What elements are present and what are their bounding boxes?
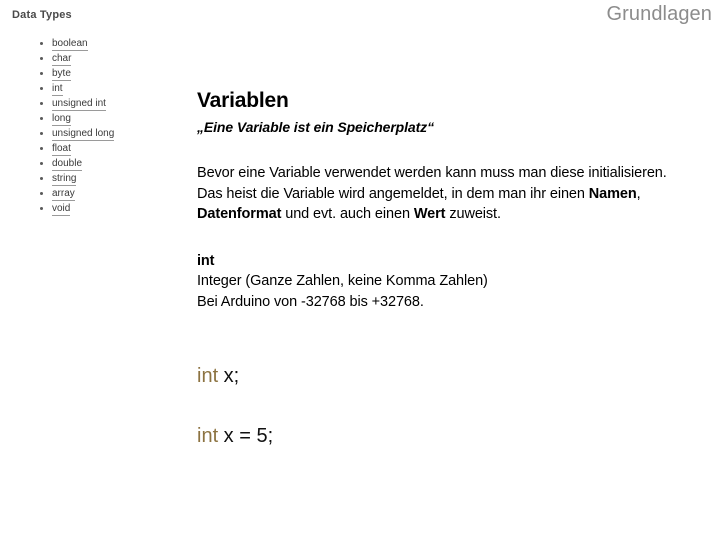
datatype-label[interactable]: float (52, 142, 71, 156)
bullet-icon (40, 147, 43, 150)
datatype-label[interactable]: long (52, 112, 71, 126)
list-item[interactable]: string (10, 171, 185, 186)
list-item[interactable]: double (10, 156, 185, 171)
type-description-line-1: Integer (Ganze Zahlen, keine Komma Zahle… (197, 273, 488, 289)
code-keyword-int: int (197, 365, 219, 387)
main-content: Variablen „Eine Variable ist ein Speiche… (197, 88, 667, 312)
bullet-icon (40, 102, 43, 105)
datatype-label[interactable]: char (52, 52, 72, 66)
paragraph-emphasis-wert: Wert (413, 206, 446, 222)
bullet-icon (40, 117, 43, 120)
bullet-icon (40, 177, 43, 180)
intro-paragraph: Bevor eine Variable verwendet werden kan… (197, 163, 667, 225)
code-example-declaration: int x; (197, 364, 239, 388)
bullet-icon (40, 207, 43, 210)
code-example-assignment: int x = 5; (197, 424, 273, 448)
page-subtitle: „Eine Variable ist ein Speicherplatz“ (197, 119, 434, 135)
type-name-label: int (197, 252, 215, 269)
datatypes-panel: Data Types boolean char byte int unsigne… (10, 8, 185, 216)
list-item[interactable]: void (10, 201, 185, 216)
datatype-label[interactable]: unsigned long (52, 127, 115, 141)
datatype-label[interactable]: double (52, 157, 83, 171)
datatype-label[interactable]: string (52, 172, 77, 186)
slide-section-title: Grundlagen (606, 3, 712, 25)
datatypes-panel-title: Data Types (12, 9, 72, 21)
list-item[interactable]: array (10, 186, 185, 201)
paragraph-text-part: und evt. auch einen (281, 206, 414, 222)
paragraph-text-part: zuweist. (445, 206, 501, 222)
bullet-icon (40, 72, 43, 75)
bullet-icon (40, 162, 43, 165)
list-item[interactable]: char (10, 51, 185, 66)
type-description-line-2: Bei Arduino von -32768 bis +32768. (197, 293, 424, 310)
code-expression: x; (218, 365, 240, 387)
datatype-label[interactable]: void (52, 202, 71, 216)
bullet-icon (40, 57, 43, 60)
bullet-icon (40, 192, 43, 195)
datatypes-list: boolean char byte int unsigned int long … (10, 36, 185, 216)
list-item[interactable]: unsigned int (10, 96, 185, 111)
list-item[interactable]: boolean (10, 36, 185, 51)
bullet-icon (40, 132, 43, 135)
list-item[interactable]: unsigned long (10, 126, 185, 141)
list-item[interactable]: float (10, 141, 185, 156)
datatype-label[interactable]: array (52, 187, 75, 201)
int-type-block: int Integer (Ganze Zahlen, keine Komma Z… (197, 251, 667, 313)
datatype-label[interactable]: boolean (52, 37, 88, 51)
code-keyword-int: int (197, 425, 219, 447)
code-expression: x = 5; (218, 425, 274, 447)
bullet-icon (40, 42, 43, 45)
paragraph-emphasis-datenformat: Datenformat (197, 206, 282, 222)
page-title: Variablen (197, 89, 289, 112)
paragraph-text-part: , (636, 185, 641, 202)
list-item[interactable]: long (10, 111, 185, 126)
paragraph-emphasis-namen: Namen (588, 185, 637, 202)
list-item[interactable]: int (10, 81, 185, 96)
datatype-label[interactable]: int (52, 82, 63, 96)
bullet-icon (40, 87, 43, 90)
list-item[interactable]: byte (10, 66, 185, 81)
datatype-label[interactable]: unsigned int (52, 97, 106, 111)
datatype-label[interactable]: byte (52, 67, 71, 81)
